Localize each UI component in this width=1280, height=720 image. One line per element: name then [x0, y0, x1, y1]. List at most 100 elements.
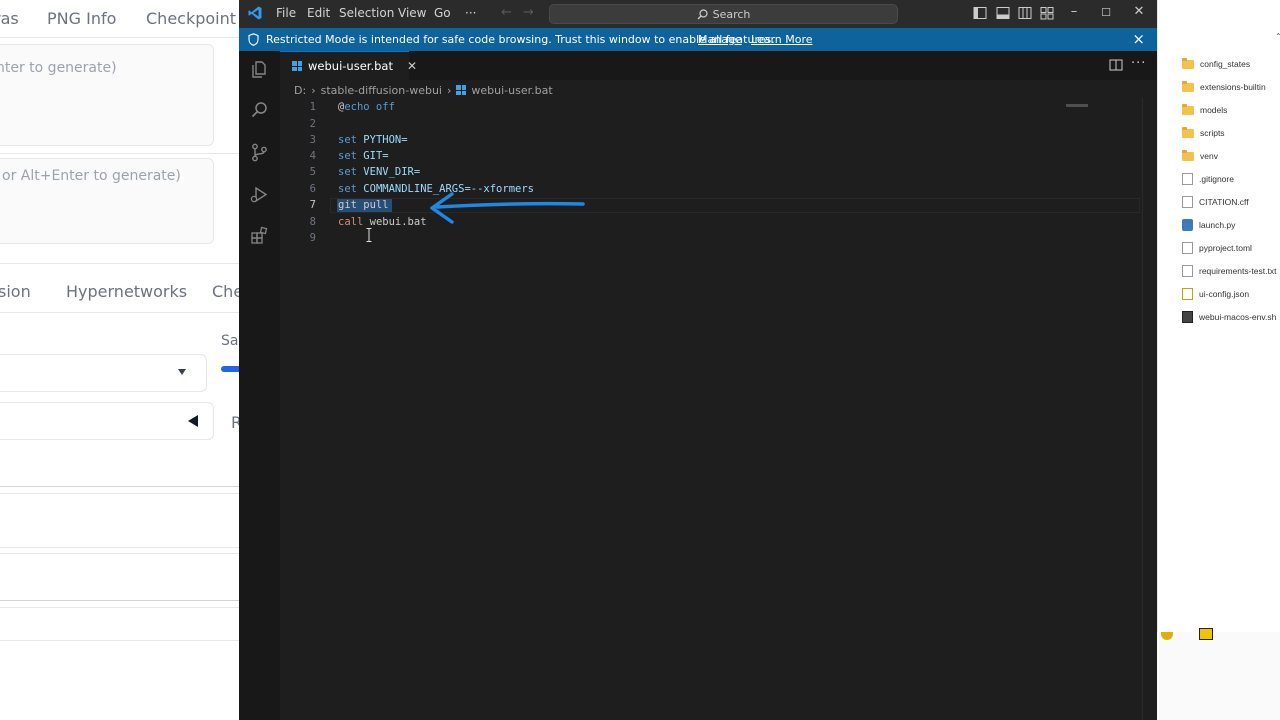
divider	[0, 600, 240, 601]
toggle-primary-sidebar-icon[interactable]	[973, 6, 987, 20]
divider	[0, 607, 240, 608]
breadcrumb-file[interactable]: webui-user.bat	[471, 84, 552, 97]
manage-link[interactable]: Manage	[698, 33, 742, 46]
close-window-icon[interactable]: ✕	[1129, 4, 1149, 19]
divider	[0, 486, 240, 487]
folder-icon	[1182, 103, 1194, 115]
explorer-item-label: scripts	[1200, 128, 1225, 138]
forward-arrow-icon[interactable]: →	[523, 5, 534, 20]
maximize-icon[interactable]: ☐	[1096, 6, 1116, 19]
more-actions-icon[interactable]: ···	[1131, 56, 1146, 71]
search-icon	[697, 8, 708, 19]
explorer-item-label: ui-config.json	[1199, 289, 1250, 299]
sampling-label: Sa	[221, 333, 239, 349]
explorer-item[interactable]: requirements-test.txt	[1182, 262, 1276, 280]
line-number: 8	[309, 216, 316, 228]
editor-tab-bar: webui-user.bat ✕ ···	[280, 51, 1157, 80]
explorer-item[interactable]: CITATION.cff	[1182, 193, 1249, 211]
subtab-checkpoints[interactable]: Che	[212, 282, 240, 301]
chevron-right-icon: ›	[446, 83, 452, 97]
code-editor[interactable]: 1 2 3 4 5 6 7 8 9 @echo off set PYTHON= …	[280, 98, 1157, 720]
split-editor-icon[interactable]	[1109, 58, 1123, 72]
close-banner-icon[interactable]: ×	[1132, 30, 1145, 48]
py-icon	[1182, 219, 1193, 231]
minimap[interactable]	[1066, 104, 1088, 107]
line-number-active: 7	[309, 199, 316, 211]
slider-track[interactable]	[221, 366, 240, 372]
explorer-item-label: models	[1200, 105, 1228, 115]
shield-icon	[248, 33, 259, 46]
toggle-panel-icon[interactable]	[996, 6, 1010, 20]
file-icon	[1182, 173, 1193, 185]
explorer-item[interactable]: extensions-builtin	[1182, 78, 1266, 96]
windows-batch-file-icon	[292, 61, 302, 71]
back-arrow-icon[interactable]: ←	[501, 5, 512, 20]
menu-go[interactable]: Go	[434, 6, 451, 20]
current-line-highlight	[330, 198, 1140, 213]
chevron-down-icon	[178, 369, 186, 375]
close-tab-icon[interactable]: ✕	[407, 59, 417, 73]
negative-prompt-placeholder: or Alt+Enter to generate)	[2, 168, 181, 184]
code-line-8: call webui.bat	[338, 216, 427, 228]
menu-edit[interactable]: Edit	[307, 6, 330, 20]
subtab-hypernetworks[interactable]: Hypernetworks	[66, 282, 187, 301]
folder-icon	[1182, 80, 1194, 92]
menu-selection[interactable]: Selection	[339, 6, 394, 20]
subtab-textual-inversion[interactable]: sion	[0, 282, 31, 301]
source-control-icon[interactable]	[249, 142, 270, 163]
line-number: 5	[309, 166, 316, 178]
breadcrumb-drive[interactable]: D:	[294, 84, 306, 97]
model-dropdown[interactable]	[0, 354, 207, 392]
vscode-logo-icon	[248, 6, 262, 20]
explorer-item[interactable]: pyproject.toml	[1182, 239, 1252, 257]
search-icon[interactable]	[249, 100, 270, 121]
vertical-scrollbar[interactable]	[1142, 98, 1155, 720]
explorer-item[interactable]: config_states	[1182, 55, 1250, 73]
menu-view[interactable]: View	[398, 6, 426, 20]
tab-png-info[interactable]: PNG Info	[47, 9, 116, 28]
customize-layout-icon[interactable]	[1040, 6, 1054, 20]
tab-webui-user-bat[interactable]: webui-user.bat ✕	[280, 51, 417, 80]
explorer-item[interactable]: launch.py	[1182, 216, 1235, 234]
explorer-item[interactable]: models	[1182, 101, 1227, 119]
explorer-icon[interactable]	[249, 59, 270, 80]
cff-icon	[1182, 196, 1193, 208]
desktop-area	[1157, 628, 1280, 720]
line-number: 9	[309, 232, 316, 244]
prompt-placeholder: nter to generate)	[0, 60, 117, 76]
command-center-search[interactable]: Search	[549, 4, 898, 24]
learn-more-link[interactable]: Learn More	[751, 33, 813, 46]
tab-checkpoint-merger[interactable]: Checkpoint M	[146, 9, 240, 28]
explorer-item-label: .gitignore	[1199, 174, 1234, 184]
triangle-left-icon[interactable]	[188, 415, 198, 427]
explorer-item-label: pyproject.toml	[1199, 243, 1252, 253]
code-line-6: set COMMANDLINE_ARGS=--xformers	[338, 183, 534, 195]
explorer-item[interactable]: scripts	[1182, 124, 1225, 142]
explorer-item-label: config_states	[1200, 59, 1251, 69]
tab-extras[interactable]: ras	[0, 9, 19, 28]
divider	[0, 37, 240, 38]
breadcrumb-folder[interactable]: stable-diffusion-webui	[321, 84, 442, 97]
explorer-item[interactable]: .gitignore	[1182, 170, 1234, 188]
tab-label: webui-user.bat	[308, 59, 393, 73]
folder-icon	[1182, 149, 1194, 161]
line-number: 1	[309, 101, 316, 113]
toggle-secondary-sidebar-icon[interactable]	[1018, 6, 1032, 20]
page-selector[interactable]	[0, 402, 214, 440]
divider	[0, 553, 240, 554]
explorer-item[interactable]: venv	[1182, 147, 1218, 165]
minimize-icon[interactable]: –	[1064, 4, 1084, 19]
menu-file[interactable]: File	[276, 6, 296, 20]
divider	[0, 153, 240, 154]
file-explorer: ⌃ config_states extensions-builtin models s…	[1157, 0, 1280, 632]
menu-more[interactable]: ···	[465, 6, 476, 20]
explorer-item-label: extensions-builtin	[1200, 82, 1266, 92]
explorer-item[interactable]: webui-macos-env.sh	[1182, 308, 1276, 326]
run-and-debug-icon[interactable]	[249, 184, 270, 205]
explorer-item[interactable]: ui-config.json	[1182, 285, 1249, 303]
divider	[0, 640, 240, 641]
file-icon	[1182, 265, 1193, 277]
extensions-icon[interactable]	[249, 225, 270, 246]
scroll-up-icon[interactable]: ⌃	[1275, 32, 1280, 41]
divider	[0, 493, 240, 494]
